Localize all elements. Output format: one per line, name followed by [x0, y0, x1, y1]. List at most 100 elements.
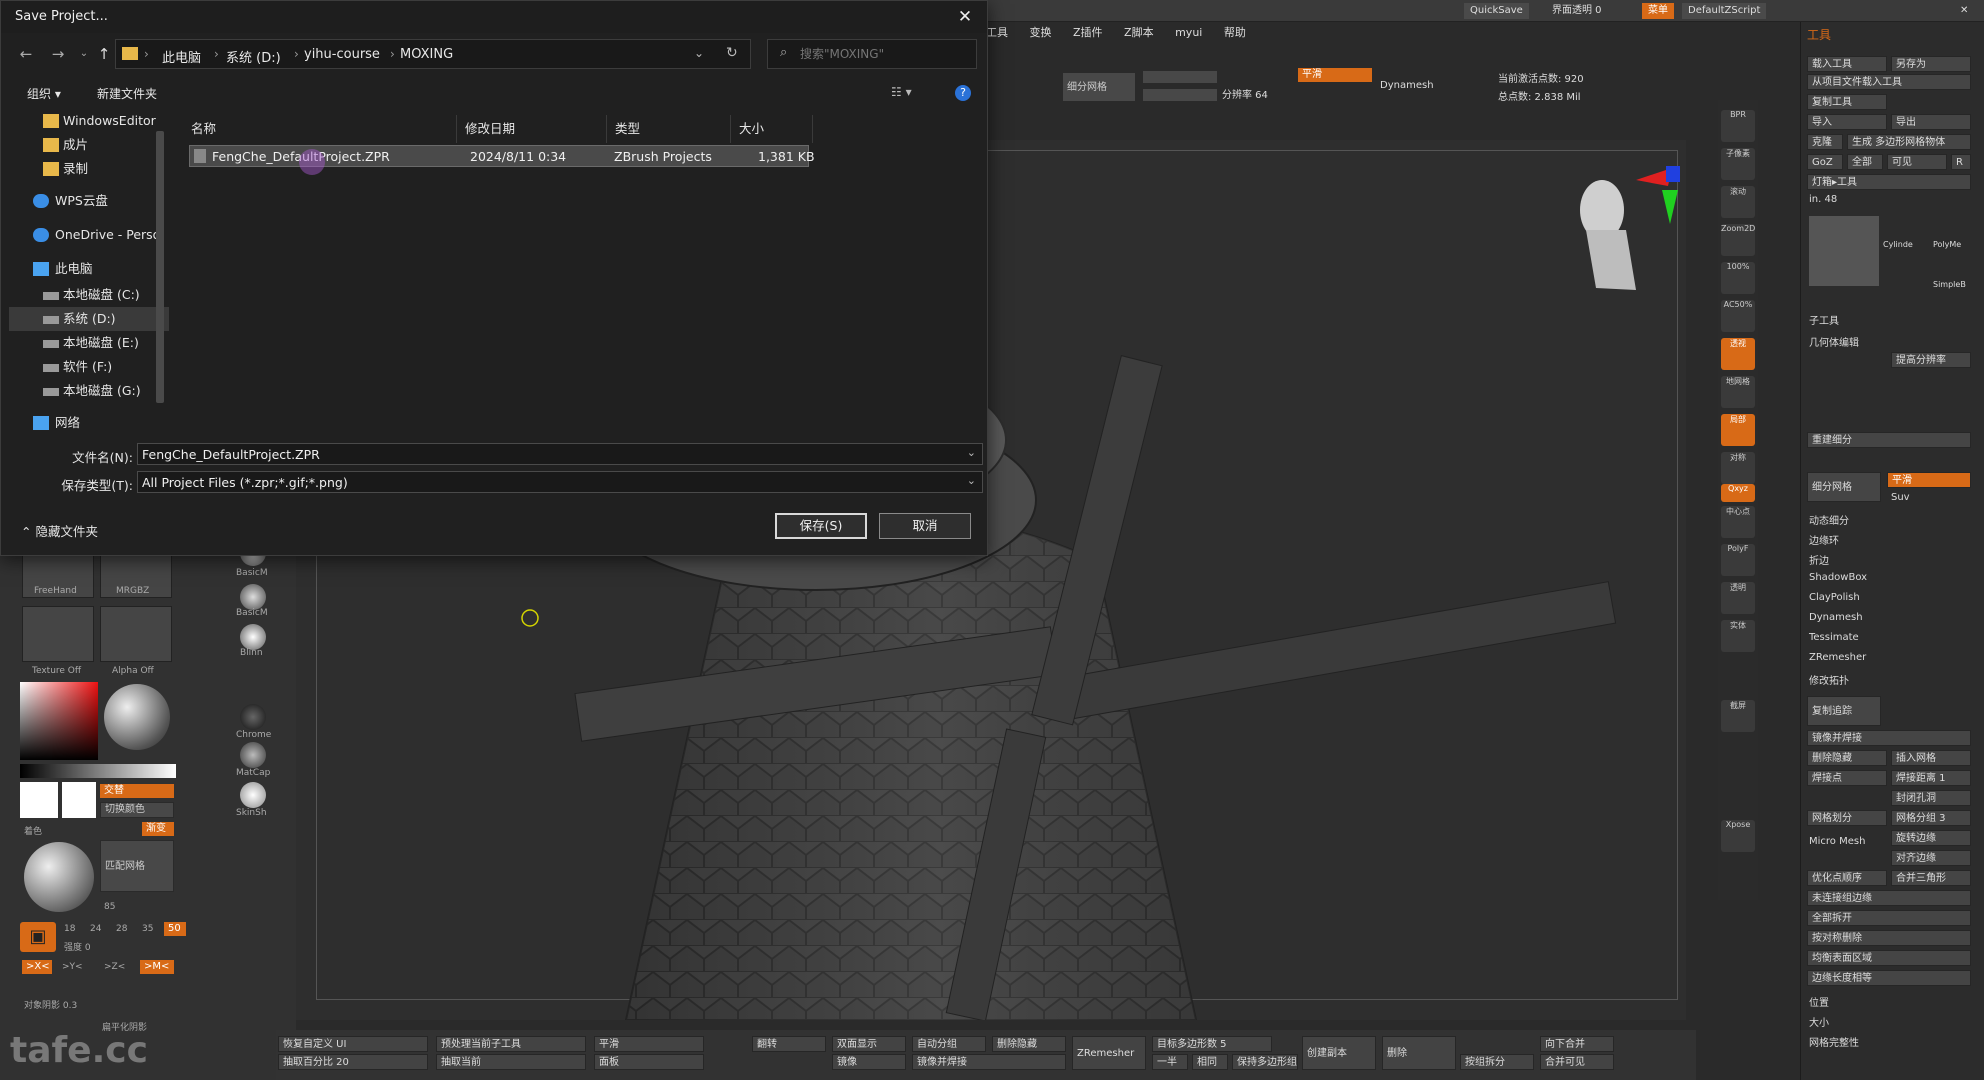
geometry-header[interactable]: 几何体编辑 — [1809, 334, 1859, 349]
camera-icon[interactable]: ▣ — [20, 922, 56, 952]
up-arrow-icon[interactable]: ↑ — [93, 43, 115, 65]
subtool-header[interactable]: 子工具 — [1809, 312, 1839, 327]
menu-tool[interactable]: 工具 — [986, 24, 1008, 40]
nav-item-drive-e[interactable]: 本地磁盘 (E:) — [9, 331, 169, 355]
switch-color-button[interactable]: 切换颜色 — [100, 802, 174, 818]
extract-current-button[interactable]: 抽取当前 — [436, 1054, 586, 1070]
menu-zscript[interactable]: Z脚本 — [1124, 24, 1154, 40]
goz-button[interactable]: GoZ — [1807, 154, 1843, 170]
copy-tool-button[interactable]: 复制工具 — [1807, 94, 1887, 110]
resolution-slider[interactable]: 分辨率 64 — [1222, 86, 1268, 101]
interface-transparency[interactable]: 界面透明 0 — [1546, 3, 1608, 19]
hide-folders-toggle[interactable]: ⌃ 隐藏文件夹 — [21, 521, 98, 540]
half-toggle[interactable]: 一半 — [1152, 1054, 1188, 1070]
nav-item-drive-d[interactable]: 系统 (D:) — [9, 307, 169, 331]
forward-arrow-icon[interactable]: → — [47, 43, 69, 65]
copy-trace-button[interactable]: 复制追踪 — [1807, 696, 1881, 726]
column-modified[interactable]: 修改日期 — [457, 115, 607, 143]
save-button[interactable]: 保存(S) — [775, 513, 867, 539]
shelf-100[interactable]: 100% — [1721, 262, 1755, 294]
align-edge-button[interactable]: 对齐边缘 — [1891, 850, 1971, 866]
breadcrumb-moxing[interactable]: MOXING — [400, 47, 453, 62]
back-arrow-icon[interactable]: ← — [15, 43, 37, 65]
nav-scrollbar[interactable] — [153, 111, 167, 429]
blinn-material-icon[interactable] — [240, 624, 266, 650]
size-section[interactable]: 大小 — [1809, 1014, 1829, 1029]
mirror-and-weld-button[interactable]: 镜像并焊接 — [912, 1054, 1066, 1070]
shelf-zoom2d[interactable]: Zoom2D — [1721, 224, 1755, 256]
column-type[interactable]: 类型 — [607, 115, 731, 143]
visible-button[interactable]: 可见 — [1887, 154, 1947, 170]
new-folder-button[interactable]: 新建文件夹 — [97, 85, 157, 102]
insert-mesh-button[interactable]: 插入网格 — [1891, 750, 1971, 766]
micro-mesh[interactable]: Micro Mesh — [1809, 836, 1865, 847]
menu-button[interactable]: 菜单 — [1642, 3, 1674, 19]
shelf-polyf[interactable]: PolyF — [1721, 544, 1755, 576]
nav-item-chengpian[interactable]: 成片 — [9, 133, 169, 157]
mesh-divide-button[interactable]: 网格划分 — [1807, 810, 1887, 826]
refresh-icon[interactable]: ↻ — [726, 45, 738, 61]
edge-loop[interactable]: 边缘环 — [1809, 532, 1839, 547]
nav-item-windowseditor[interactable]: WindowsEditor — [9, 109, 169, 133]
thumb-polymesh[interactable]: PolyMe — [1933, 240, 1961, 249]
script-button[interactable]: DefaultZScript — [1682, 3, 1767, 19]
claypolish[interactable]: ClayPolish — [1809, 592, 1860, 603]
import-button[interactable]: 导入 — [1807, 114, 1887, 130]
object-shadow[interactable]: 对象阴影 0.3 — [24, 998, 77, 1011]
shelf-subpixel[interactable]: 子像素 — [1721, 148, 1755, 180]
search-input[interactable] — [800, 45, 970, 63]
nav-item-onedrive[interactable]: OneDrive - Perso — [9, 223, 169, 247]
group-split-button[interactable]: 按组拆分 — [1460, 1054, 1534, 1070]
shelf-ac50[interactable]: AC50% — [1721, 300, 1755, 332]
divide-button[interactable]: 细分网格 — [1807, 472, 1881, 502]
nav-item-drive-g[interactable]: 本地磁盘 (G:) — [9, 379, 169, 403]
polygroups-slider[interactable]: 网格分组 3 — [1891, 810, 1971, 826]
cancel-button[interactable]: 取消 — [879, 513, 971, 539]
modify-topology[interactable]: 修改拓扑 — [1809, 672, 1849, 687]
optimize-points-button[interactable]: 优化点顺序 — [1807, 870, 1887, 886]
mirror-button[interactable]: 镜像 — [832, 1054, 906, 1070]
rebuild-subdiv-button[interactable]: 重建细分 — [1807, 432, 1971, 448]
breadcrumb-drive-d[interactable]: 系统 (D:) — [226, 47, 281, 66]
axis-y[interactable]: >Y< — [62, 962, 83, 972]
blank-slider-2[interactable] — [1142, 88, 1218, 102]
thumb-simpleb[interactable]: SimpleB — [1933, 280, 1966, 289]
higher-res-button[interactable]: 提高分辨率 — [1891, 352, 1971, 368]
close-holes-button[interactable]: 封闭孔洞 — [1891, 790, 1971, 806]
intensity-label[interactable]: 强度 0 — [64, 940, 91, 953]
alpha-off[interactable] — [100, 606, 172, 662]
shadowbox[interactable]: ShadowBox — [1809, 572, 1867, 583]
spin-edge-button[interactable]: 旋转边缘 — [1891, 830, 1971, 846]
shelf-local[interactable]: 局部 — [1721, 414, 1755, 446]
chrome-material-icon[interactable] — [240, 704, 266, 730]
dialog-titlebar[interactable]: Save Project... ✕ — [1, 1, 987, 33]
flip-button[interactable]: 翻转 — [752, 1036, 826, 1052]
close-icon[interactable]: ✕ — [951, 5, 979, 29]
mirror-weld-button[interactable]: 镜像并焊接 — [1807, 730, 1971, 746]
menu-myui[interactable]: myui — [1175, 26, 1202, 39]
fps-28[interactable]: 28 — [116, 924, 127, 934]
chevron-down-icon[interactable]: ⌄ — [967, 446, 976, 459]
smooth-toggle[interactable]: 平滑 — [1298, 68, 1372, 82]
help-icon[interactable]: ? — [955, 85, 971, 101]
gradient-button[interactable]: 渐变 — [142, 822, 174, 836]
fps-35[interactable]: 35 — [142, 924, 153, 934]
match-mesh-button[interactable]: 匹配网格 — [100, 840, 174, 892]
address-bar[interactable]: › 此电脑 › 系统 (D:) › yihu-course › MOXING ⌄… — [115, 39, 751, 69]
close-icon[interactable]: ✕ — [1954, 3, 1974, 19]
shelf-scroll[interactable]: 滚动 — [1721, 186, 1755, 218]
keep-groups-toggle[interactable]: 保持多边形组 — [1232, 1054, 1298, 1070]
thumb-cylinder[interactable]: Cylinde — [1883, 240, 1913, 249]
menu-zplugin[interactable]: Z插件 — [1073, 24, 1103, 40]
nav-item-thispc[interactable]: 此电脑 — [9, 257, 169, 281]
target-polycount-slider[interactable]: 目标多边形数 5 — [1152, 1036, 1272, 1052]
shelf-snapshot[interactable]: 截屏 — [1721, 700, 1755, 732]
position-section[interactable]: 位置 — [1809, 994, 1829, 1009]
smooth-subdiv-toggle[interactable]: 平滑 — [1887, 472, 1971, 488]
same-toggle[interactable]: 相同 — [1192, 1054, 1228, 1070]
smooth-slider[interactable]: 平滑 — [594, 1036, 704, 1052]
lightbox-tool-button[interactable]: 灯箱▸工具 — [1807, 174, 1971, 190]
nav-item-drive-f[interactable]: 软件 (F:) — [9, 355, 169, 379]
shelf-symmetry[interactable]: 对称 — [1721, 452, 1755, 484]
delete-button[interactable]: 删除 — [1382, 1036, 1456, 1070]
